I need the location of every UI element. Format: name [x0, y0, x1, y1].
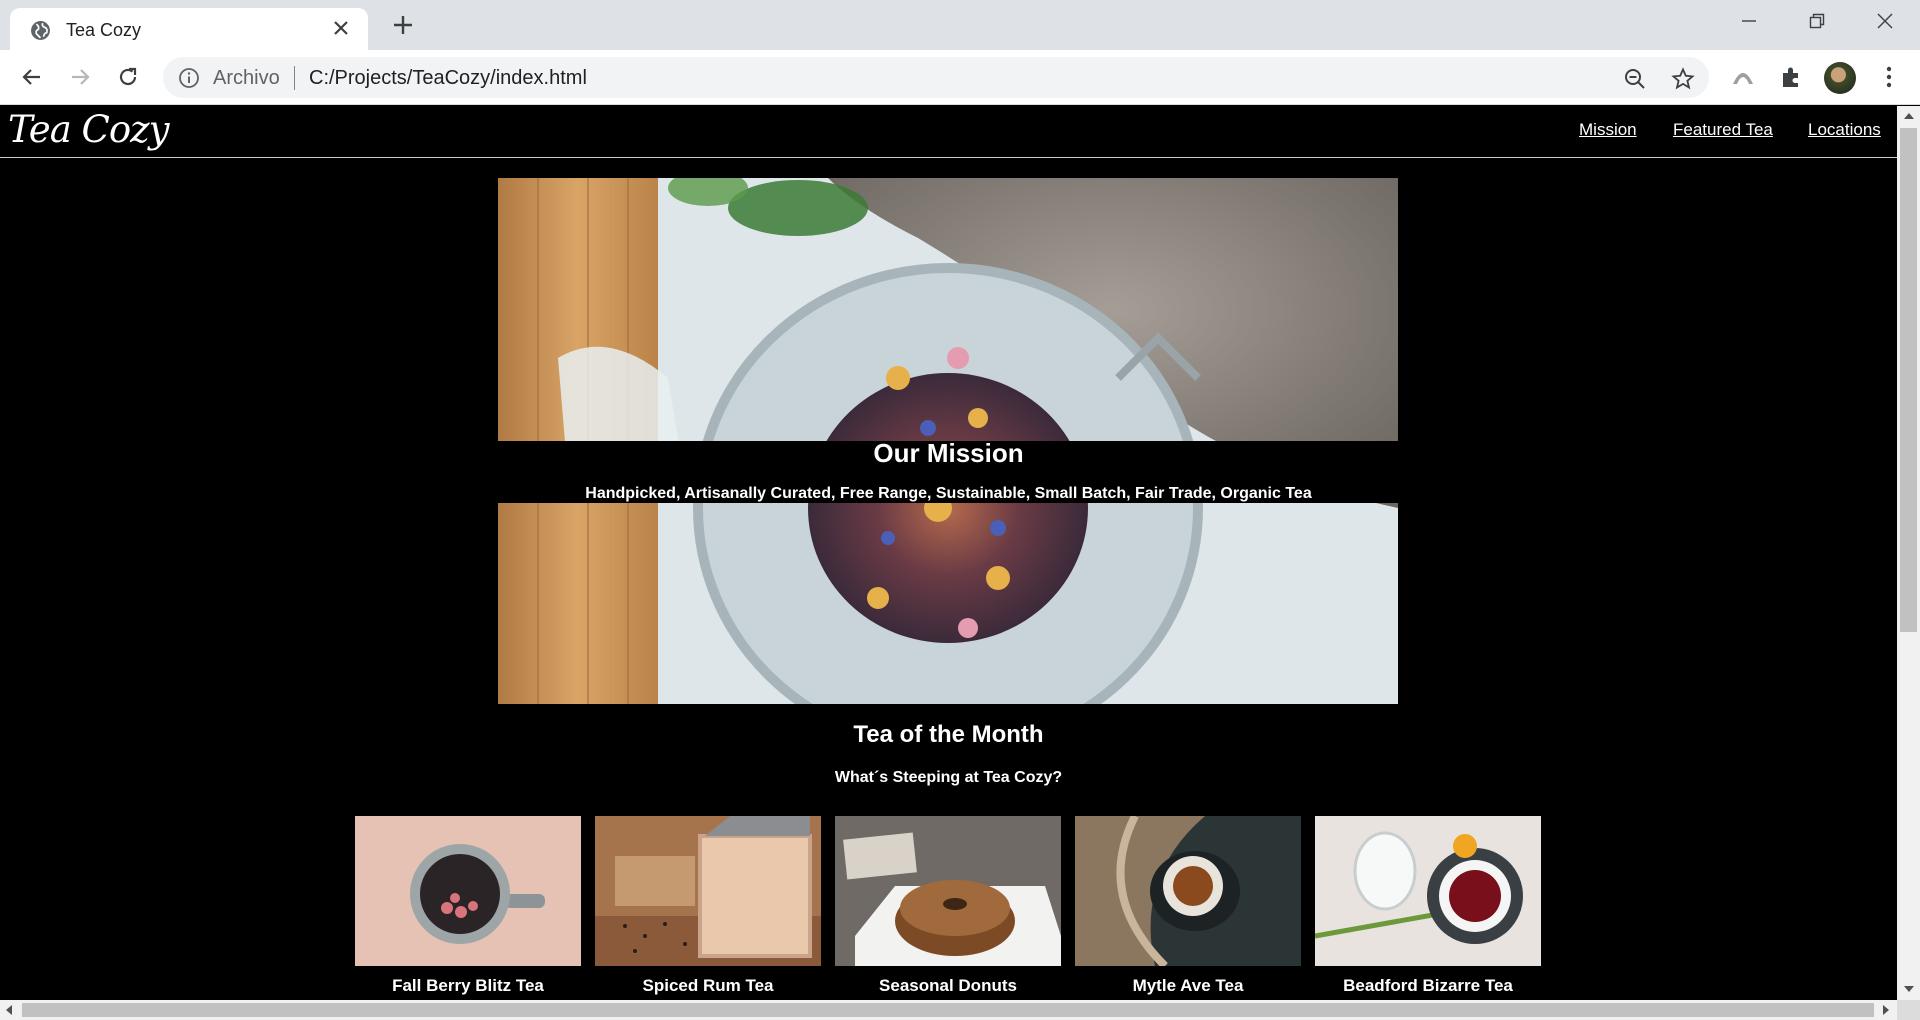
- tea-card[interactable]: Spiced Rum Tea: [595, 816, 821, 996]
- url-text[interactable]: C:/Projects/TeaCozy/index.html: [309, 67, 587, 90]
- nav-link-mission[interactable]: Mission: [1579, 120, 1637, 140]
- reload-icon: [119, 67, 137, 86]
- donut-image: [835, 816, 1061, 966]
- globe-icon: [31, 21, 50, 40]
- scroll-left-icon[interactable]: [6, 1005, 12, 1015]
- tea-card[interactable]: Beadford Bizarre Tea: [1315, 816, 1541, 996]
- profile-avatar[interactable]: [1824, 62, 1856, 94]
- reload-button[interactable]: [114, 63, 142, 91]
- tea-name: Fall Berry Blitz Tea: [392, 976, 544, 995]
- browser-tab[interactable]: Tea Cozy: [10, 8, 368, 50]
- tea-name: Mytle Ave Tea: [1132, 976, 1244, 995]
- forward-button[interactable]: [66, 63, 94, 91]
- tea-name: Seasonal Donuts: [879, 976, 1017, 995]
- horizontal-scroll-thumb[interactable]: [22, 1003, 1874, 1017]
- close-tab-icon[interactable]: [330, 17, 352, 39]
- tea-card[interactable]: Seasonal Donuts: [835, 816, 1061, 996]
- tea-name: Beadford Bizarre Tea: [1343, 976, 1513, 995]
- site-logo[interactable]: Tea Cozy: [8, 108, 170, 151]
- restore-button[interactable]: [1788, 0, 1846, 42]
- scroll-right-icon[interactable]: [1883, 1005, 1889, 1015]
- scheme-label: Archivo: [213, 67, 280, 89]
- tea-image-spiced-rum: [595, 816, 821, 966]
- page-viewport: Tea Cozy Mission Featured Tea Locations: [0, 106, 1897, 1000]
- restore-icon: [1809, 13, 1825, 29]
- tea-card[interactable]: Mytle Ave Tea: [1075, 816, 1301, 996]
- mission-subtitle: Handpicked, Artisanally Curated, Free Ra…: [585, 485, 1312, 502]
- star-icon[interactable]: [1671, 67, 1695, 91]
- vertical-scrollbar[interactable]: [1897, 106, 1920, 1000]
- tea-of-month-title: Tea of the Month: [853, 721, 1044, 748]
- teacup-image: [1075, 816, 1301, 966]
- puzzle-icon[interactable]: [1778, 64, 1804, 90]
- arrow-left-icon: [22, 69, 40, 85]
- tea-image-beadford-bizarre: [1315, 816, 1541, 966]
- tea-name: Spiced Rum Tea: [642, 976, 774, 995]
- browser-toolbar: Archivo C:/Projects/TeaCozy/index.html: [0, 50, 1920, 105]
- address-bar[interactable]: Archivo C:/Projects/TeaCozy/index.html: [163, 57, 1709, 98]
- tab-title: Tea Cozy: [66, 20, 142, 40]
- scroll-down-icon[interactable]: [1904, 986, 1914, 992]
- horizontal-scrollbar[interactable]: [0, 1000, 1897, 1020]
- new-tab-icon[interactable]: [390, 12, 416, 38]
- vertical-scroll-thumb[interactable]: [1900, 128, 1917, 632]
- scroll-up-icon[interactable]: [1904, 113, 1914, 119]
- arrow-right-icon: [72, 69, 90, 85]
- nav-link-featured-tea[interactable]: Featured Tea: [1673, 120, 1773, 140]
- berry-tea-mug-image: [355, 816, 581, 966]
- tea-card[interactable]: Fall Berry Blitz Tea: [355, 816, 581, 996]
- red-tea-cup-image: [1315, 816, 1541, 966]
- scrollbar-corner: [1897, 1000, 1920, 1020]
- minimize-button[interactable]: [1720, 0, 1778, 42]
- zoom-out-icon[interactable]: [1623, 67, 1647, 91]
- nav-link-locations[interactable]: Locations: [1808, 120, 1881, 140]
- tea-of-month-subtitle: What´s Steeping at Tea Cozy?: [834, 769, 1063, 786]
- browser-tab-strip: Tea Cozy: [0, 0, 1920, 50]
- close-icon: [1877, 13, 1893, 29]
- extension-arc-icon[interactable]: [1730, 64, 1756, 90]
- info-icon[interactable]: [178, 67, 200, 89]
- back-button[interactable]: [18, 63, 46, 91]
- tea-image-seasonal-donuts: [835, 816, 1061, 966]
- tea-box-image: [595, 816, 821, 966]
- tea-image-mytle-ave: [1075, 816, 1301, 966]
- more-menu-icon[interactable]: [1876, 64, 1902, 90]
- mission-title: Our Mission: [873, 438, 1024, 468]
- site-header: Tea Cozy Mission Featured Tea Locations: [0, 106, 1897, 158]
- close-window-button[interactable]: [1856, 0, 1914, 42]
- omnibox-divider: [294, 66, 295, 90]
- minimize-icon: [1742, 20, 1756, 22]
- tea-image-fall-berry: [355, 816, 581, 966]
